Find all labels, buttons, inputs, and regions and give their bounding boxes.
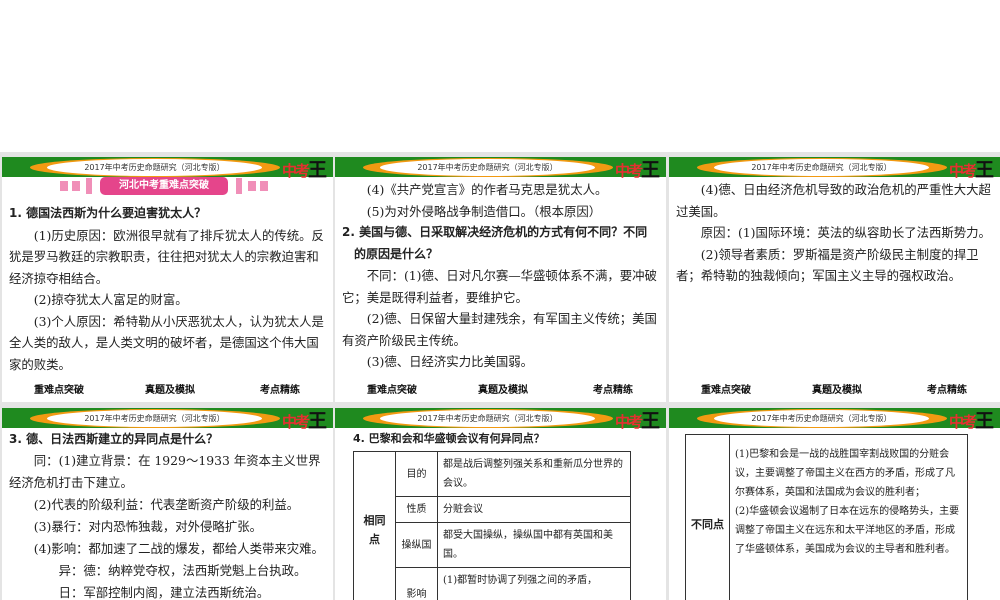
- paragraph: (3)德、日经济实力比美国弱。: [366, 354, 534, 369]
- footer-nav: 重难点突破 真题及模拟 考点精练: [335, 384, 666, 398]
- paragraph: (3)暴行：对内恐怖独裁，对外侵略扩张。: [33, 519, 262, 534]
- nav-link-practice[interactable]: 考点精练: [260, 384, 300, 398]
- header-title: 2017年中考历史命题研究（河北专版）: [47, 159, 262, 176]
- logo: 中考王: [614, 410, 660, 432]
- paragraph: (2)领导者素质：罗斯福是资产阶级民主制度的捍卫者；希特勒的独裁倾向；军国主义主…: [676, 246, 979, 284]
- nav-link-exam-questions[interactable]: 真题及模拟: [812, 384, 862, 398]
- row-value: (1)巴黎和会是一战的战胜国宰割战败国的分赃会议，主要调整了帝国主义在西方的矛盾…: [735, 449, 955, 498]
- slide-header: 2017年中考历史命题研究（河北专版） 中考王: [669, 408, 1000, 432]
- paragraph: (1)历史原因：欧洲很早就有了排斥犹太人的传统。反犹是罗马教廷的宗教职责，往往把…: [9, 227, 324, 286]
- nav-link-key-points[interactable]: 重难点突破: [367, 384, 417, 398]
- paragraph: 不同：(1)德、日对凡尔赛—华盛顿体系不满，要冲破它；美是既得利益者，要维护它。: [342, 268, 657, 305]
- question: 1. 德国法西斯为什么要迫害犹太人？: [9, 206, 207, 220]
- paragraph: (4)德、日由经济危机导致的政治危机的严重性大大超过美国。: [676, 182, 991, 219]
- slide-header: 2017年中考历史命题研究（河北专版） 中考王: [335, 408, 666, 432]
- header-title: 2017年中考历史命题研究（河北专版）: [714, 159, 929, 176]
- row-label: 目的: [395, 451, 438, 497]
- header-title: 2017年中考历史命题研究（河北专版）: [380, 159, 595, 176]
- slide-header: 2017年中考历史命题研究（河北专版） 中考王: [2, 408, 333, 432]
- slide-4[interactable]: 2017年中考历史命题研究（河北专版） 中考王 3. 德、日法西斯建立的异同点是什…: [2, 408, 333, 600]
- paragraph: (2)代表的阶级利益：代表垄断资产阶级的利益。: [33, 497, 300, 512]
- slide-6[interactable]: 2017年中考历史命题研究（河北专版） 中考王 不同点 (1)巴黎和会是一战的战胜…: [669, 408, 1000, 600]
- nav-link-key-points[interactable]: 重难点突破: [34, 384, 84, 398]
- slide-header: 2017年中考历史命题研究（河北专版） 中考王: [2, 157, 333, 181]
- question: 2. 美国与德、日采取解决经济危机的方式有何不同？不同的原因是什么？: [342, 225, 648, 261]
- nav-link-exam-questions[interactable]: 真题及模拟: [478, 384, 528, 398]
- paragraph: (2)德、日保留大量封建残余，有军国主义传统；美国有资产阶级民主传统。: [342, 311, 657, 348]
- header-title: 2017年中考历史命题研究（河北专版）: [714, 410, 929, 427]
- paragraph: 同：(1)建立背景：在 1929～1933 年资本主义世界经济危机打击下建立。: [9, 453, 321, 490]
- paragraph: (2)掠夺犹太人富足的财富。: [33, 292, 188, 307]
- footer-nav: 重难点突破 真题及模拟 考点精练: [2, 384, 333, 398]
- footer-nav: 重难点突破 真题及模拟 考点精练: [669, 384, 1000, 398]
- header-title: 2017年中考历史命题研究（河北专版）: [47, 410, 262, 427]
- row-value: (2)华盛顿会议遏制了日本在远东的侵略势头，主要调整了帝国主义在远东和太平洋地区…: [735, 506, 960, 555]
- nav-link-key-points[interactable]: 重难点突破: [701, 384, 751, 398]
- comparison-table: 相同点 目的 都是战后调整列强关系和重新瓜分世界的会议。 性质 分赃会议 操纵国 都受…: [353, 451, 631, 600]
- nav-link-practice[interactable]: 考点精练: [927, 384, 967, 398]
- row-label: 性质: [395, 496, 438, 523]
- paragraph: 原因：(1)国际环境：英法的纵容助长了法西斯势力。: [700, 225, 991, 240]
- slide-2[interactable]: 2017年中考历史命题研究（河北专版） 中考王 (4)《共产党宣言》的作者马克思是…: [335, 157, 666, 402]
- logo: 中考王: [281, 159, 327, 181]
- slide-header: 2017年中考历史命题研究（河北专版） 中考王: [669, 157, 1000, 181]
- paragraph: 异：德：纳粹党夺权，法西斯党魁上台执政。: [58, 563, 307, 578]
- nav-link-exam-questions[interactable]: 真题及模拟: [145, 384, 195, 398]
- banner-title: 河北中考重难点突破: [100, 177, 228, 195]
- row-value: (1)都暂时协调了列强之间的矛盾，: [437, 567, 631, 600]
- row-label: 影响: [395, 567, 438, 600]
- question: 3. 德、日法西斯建立的异同点是什么？: [9, 432, 219, 446]
- row-value: 都是战后调整列强关系和重新瓜分世界的会议。: [437, 451, 631, 497]
- paragraph: (4)影响：都加速了二战的爆发，都给人类带来灾难。: [33, 541, 324, 556]
- row-value: 都受大国操纵，操纵国中都有英国和美国。: [437, 522, 631, 568]
- paragraph: (4)《共产党宣言》的作者马克思是犹太人。: [366, 182, 608, 197]
- slide-3[interactable]: 2017年中考历史命题研究（河北专版） 中考王 (4)德、日由经济危机导致的政治危…: [669, 157, 1000, 402]
- paragraph: (3)个人原因：希特勒从小厌恶犹太人，认为犹太人是全人类的敌人，是人类文明的破坏…: [9, 313, 324, 372]
- group-label: 相同点: [353, 451, 396, 600]
- comparison-table: 不同点 (1)巴黎和会是一战的战胜国宰割战败国的分赃会议，主要调整了帝国主义在西…: [685, 434, 968, 600]
- section-banner: 河北中考重难点突破: [60, 177, 270, 195]
- row-value: 分赃会议: [437, 496, 631, 523]
- row-label: 操纵国: [395, 522, 438, 568]
- slide-1[interactable]: 2017年中考历史命题研究（河北专版） 中考王 河北中考重难点突破 1. 德国法西…: [2, 157, 333, 402]
- slide-header: 2017年中考历史命题研究（河北专版） 中考王: [335, 157, 666, 181]
- header-title: 2017年中考历史命题研究（河北专版）: [380, 410, 595, 427]
- paragraph: 日：军部控制内阁，建立法西斯统治。: [58, 585, 270, 600]
- slide-5[interactable]: 2017年中考历史命题研究（河北专版） 中考王 4. 巴黎和会和华盛顿会议有何异同…: [335, 408, 666, 600]
- logo: 中考王: [948, 410, 994, 432]
- question: 4. 巴黎和会和华盛顿会议有何异同点？: [353, 432, 545, 445]
- paragraph: (5)为对外侵略战争制造借口。（根本原因）: [366, 203, 602, 219]
- nav-link-practice[interactable]: 考点精练: [593, 384, 633, 398]
- group-label: 不同点: [685, 434, 730, 600]
